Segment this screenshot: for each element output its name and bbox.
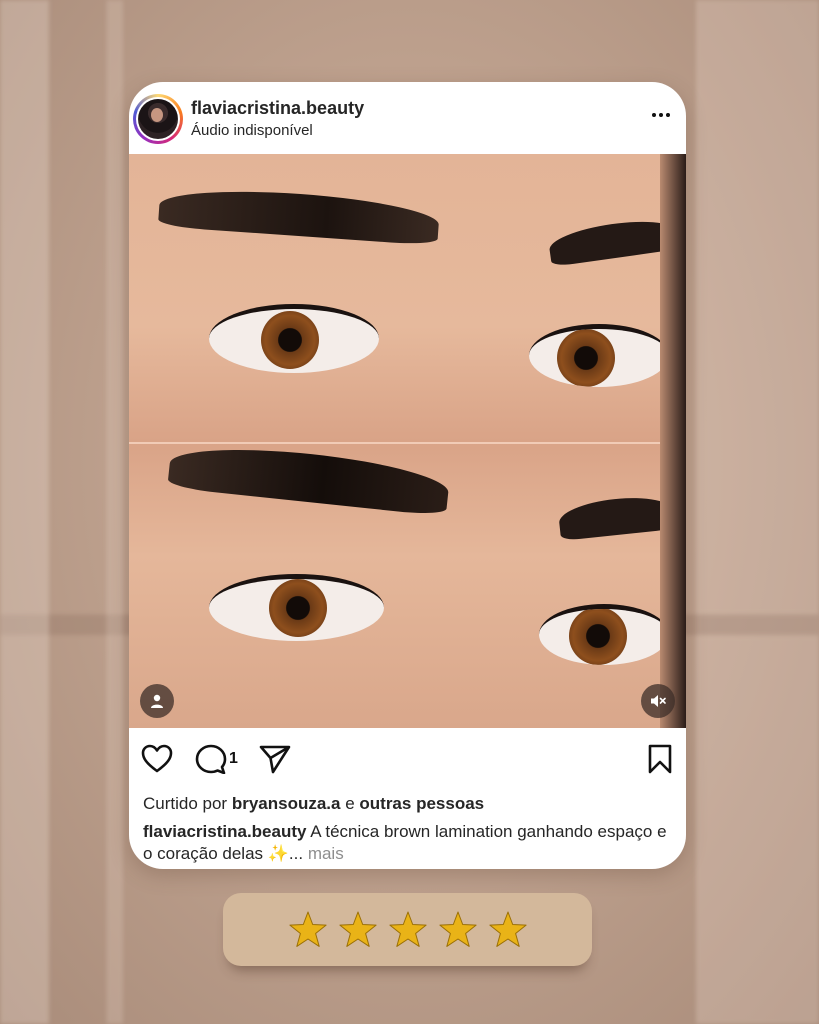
star-icon: [338, 911, 377, 947]
send-icon[interactable]: [259, 744, 291, 774]
bookmark-icon[interactable]: [647, 744, 673, 774]
post-action-bar: 1: [129, 728, 686, 788]
likes-summary[interactable]: Curtido por bryansouza.a e outras pessoa…: [143, 794, 484, 814]
user-tag-icon[interactable]: [140, 684, 174, 718]
star-icon: [288, 911, 327, 947]
post-header: flaviacristina.beauty Áudio indisponível: [129, 82, 686, 154]
others-link[interactable]: outras pessoas: [359, 794, 484, 813]
eye: [529, 324, 669, 387]
muted-speaker-icon[interactable]: [641, 684, 675, 718]
star-icon: [388, 911, 427, 947]
heart-icon[interactable]: [141, 744, 173, 774]
caption-username[interactable]: flaviacristina.beauty: [143, 822, 306, 841]
eyebrow: [157, 184, 441, 246]
star-icon: [438, 911, 477, 947]
comment-button[interactable]: 1: [195, 744, 238, 774]
star-icon: [488, 911, 527, 947]
comment-bubble-icon: [195, 744, 227, 774]
eye: [209, 304, 379, 373]
post-username[interactable]: flaviacristina.beauty: [191, 98, 364, 119]
before-after-divider: [129, 442, 686, 444]
eye: [209, 574, 384, 641]
liked-by-user[interactable]: bryansouza.a: [232, 794, 341, 813]
instagram-post-card: flaviacristina.beauty Áudio indisponível: [129, 82, 686, 869]
comment-count: 1: [229, 750, 238, 767]
star-rating-bar: [223, 893, 592, 966]
post-video[interactable]: [129, 154, 686, 728]
post-caption: flaviacristina.beauty A técnica brown la…: [143, 821, 673, 865]
eye: [539, 604, 669, 665]
caption-more-link[interactable]: mais: [303, 844, 344, 863]
audio-label[interactable]: Áudio indisponível: [191, 122, 313, 139]
profile-avatar[interactable]: [133, 94, 183, 144]
eyebrow: [167, 439, 451, 517]
eyebrow: [557, 493, 676, 541]
more-options-icon[interactable]: [646, 100, 676, 130]
